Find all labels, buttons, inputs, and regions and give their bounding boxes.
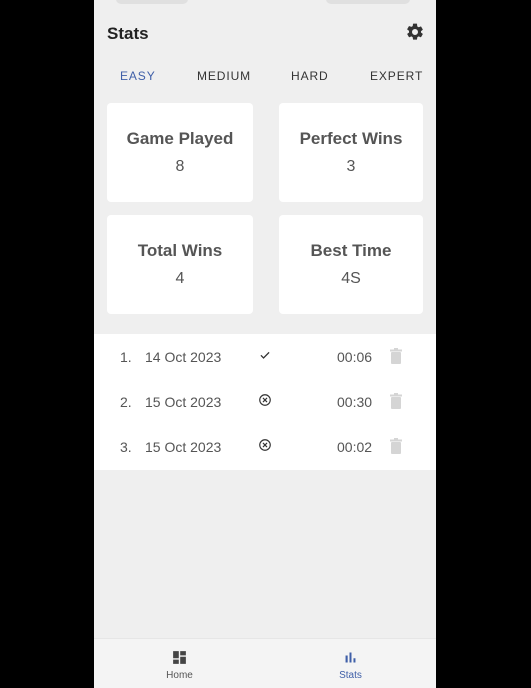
delete-icon[interactable] [390, 393, 402, 409]
tab-expert[interactable]: EXPERT [370, 69, 423, 83]
header: Stats [94, 18, 436, 50]
list-item: 1. 14 Oct 2023 00:06 [94, 334, 436, 379]
stat-value: 3 [346, 158, 356, 175]
tab-easy[interactable]: EASY [120, 69, 156, 83]
row-date: 15 Oct 2023 [145, 394, 222, 410]
nav-home-label: Home [166, 670, 193, 681]
stat-card-games-played: Game Played 8 [107, 103, 253, 202]
stat-label: Game Played [126, 129, 234, 148]
dashboard-icon [173, 651, 186, 664]
game-history-list: 1. 14 Oct 2023 00:06 2. 15 Oct 2023 00:3… [94, 334, 436, 470]
stat-card-perfect-wins: Perfect Wins 3 [279, 103, 423, 202]
app-screen: Stats EASY MEDIUM HARD EXPERT Game Playe… [94, 0, 436, 688]
stat-value: 4 [175, 270, 185, 287]
page-title: Stats [107, 24, 149, 43]
stat-card-total-wins: Total Wins 4 [107, 215, 253, 314]
row-date: 14 Oct 2023 [145, 349, 222, 365]
nav-stats-label: Stats [339, 670, 362, 681]
delete-icon[interactable] [390, 348, 402, 364]
row-date: 15 Oct 2023 [145, 439, 222, 455]
row-time: 00:30 [337, 394, 373, 410]
list-item: 3. 15 Oct 2023 00:02 [94, 424, 436, 469]
cancel-circle-icon [259, 439, 271, 451]
bar-chart-icon [345, 652, 356, 663]
stat-value: 8 [175, 158, 185, 175]
delete-icon[interactable] [390, 438, 402, 454]
nav-home[interactable]: Home [94, 639, 265, 688]
row-index: 2. [120, 394, 132, 410]
stat-label: Best Time [310, 241, 392, 260]
row-time: 00:06 [337, 349, 373, 365]
list-item: 2. 15 Oct 2023 00:30 [94, 379, 436, 424]
gear-icon[interactable] [405, 22, 425, 42]
stat-value: 4S [341, 270, 361, 287]
bottom-navigation: Home Stats [94, 638, 436, 688]
tab-medium[interactable]: MEDIUM [197, 69, 251, 83]
status-bar [94, 0, 436, 8]
stat-label: Perfect Wins [299, 129, 403, 148]
stat-label: Total Wins [137, 241, 223, 260]
row-index: 3. [120, 439, 132, 455]
check-icon [260, 351, 270, 359]
cancel-circle-icon [259, 394, 271, 406]
difficulty-tabs: EASY MEDIUM HARD EXPERT [94, 66, 436, 88]
nav-stats[interactable]: Stats [265, 639, 436, 688]
stat-card-best-time: Best Time 4S [279, 215, 423, 314]
row-time: 00:02 [337, 439, 373, 455]
row-index: 1. [120, 349, 132, 365]
tab-hard[interactable]: HARD [291, 69, 329, 83]
